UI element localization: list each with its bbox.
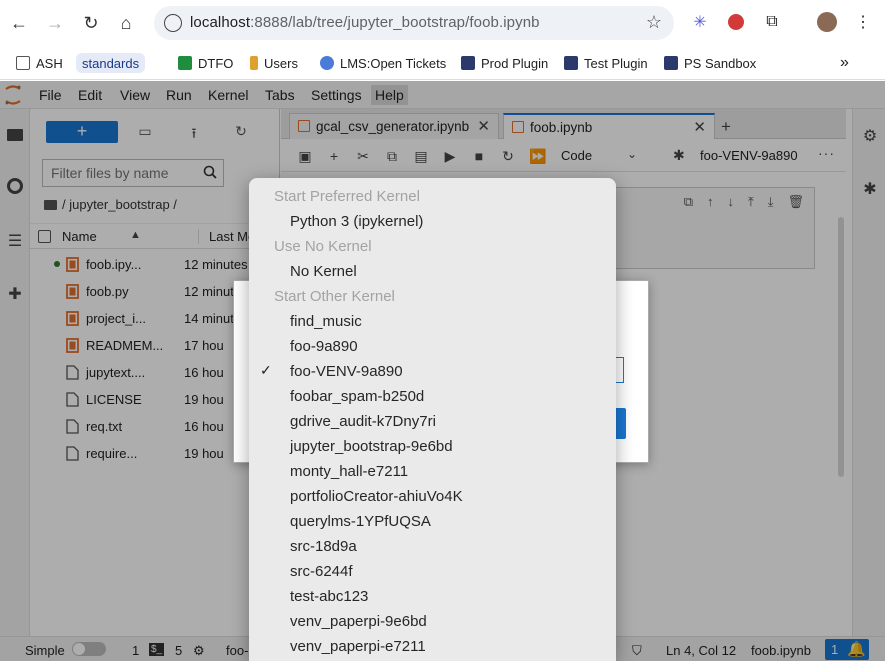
- browser-menu-icon[interactable]: ⋮: [852, 11, 874, 33]
- folder-icon: [16, 56, 30, 70]
- users-icon: [250, 56, 258, 70]
- bookmark-users[interactable]: Users: [250, 53, 298, 73]
- bookmark-ps-sandbox[interactable]: PS Sandbox: [664, 53, 756, 73]
- kernel-option[interactable]: venv_paperpi-9e6bd: [249, 609, 616, 634]
- kernel-option-no-kernel[interactable]: No Kernel: [249, 259, 616, 284]
- people-icon: [320, 56, 334, 70]
- section-header-preferred: Start Preferred Kernel: [274, 188, 420, 205]
- bookmark-star-icon[interactable]: ☆: [646, 12, 662, 33]
- kernel-option[interactable]: monty_hall-e7211: [249, 459, 616, 484]
- bookmark-dtfo[interactable]: DTFO: [178, 53, 233, 73]
- bookmarks-overflow-button[interactable]: »: [840, 53, 849, 73]
- bookmark-test-plugin[interactable]: Test Plugin: [564, 53, 648, 73]
- browser-toolbar: ← → ↻ ⌂ localhost:8888/lab/tree/jupyter_…: [0, 0, 885, 46]
- section-header-no-kernel: Use No Kernel: [274, 238, 372, 255]
- kernel-option[interactable]: test-abc123: [249, 584, 616, 609]
- kernel-option-python3[interactable]: Python 3 (ipykernel): [249, 209, 616, 234]
- kernel-option[interactable]: foo-9a890: [249, 334, 616, 359]
- sis-icon: [461, 56, 475, 70]
- kernel-option[interactable]: foobar_spam-b250d: [249, 384, 616, 409]
- bookmark-standards[interactable]: standards: [76, 53, 146, 73]
- profile-avatar[interactable]: [816, 11, 838, 33]
- address-bar[interactable]: localhost:8888/lab/tree/jupyter_bootstra…: [154, 6, 674, 40]
- extension-snowflake-icon[interactable]: ✳: [689, 11, 711, 33]
- sis-icon: [564, 56, 578, 70]
- home-icon[interactable]: ⌂: [114, 11, 138, 35]
- bookmarks-bar: ASH standards DTFO Users LMS:Open Ticket…: [0, 46, 885, 80]
- bookmark-lms-open-tickets[interactable]: LMS:Open Tickets: [320, 53, 446, 73]
- kernel-option[interactable]: gdrive_audit-k7Dny7ri: [249, 409, 616, 434]
- extension-drop-icon[interactable]: [725, 11, 747, 33]
- section-header-other: Start Other Kernel: [274, 288, 395, 305]
- kernel-select-dropdown: Start Preferred Kernel Python 3 (ipykern…: [249, 178, 616, 661]
- kernel-option[interactable]: portfolioCreator-ahiuVo4K: [249, 484, 616, 509]
- kernel-option[interactable]: src-18d9a: [249, 534, 616, 559]
- back-icon[interactable]: ←: [7, 11, 31, 35]
- sis-icon: [664, 56, 678, 70]
- sheets-icon: [178, 56, 192, 70]
- checkmark-icon: ✓: [260, 362, 272, 378]
- reload-icon[interactable]: ↻: [79, 11, 103, 35]
- kernel-option-selected[interactable]: ✓ foo-VENV-9a890: [249, 359, 616, 384]
- kernel-option[interactable]: querylms-1YPfUQSA: [249, 509, 616, 534]
- kernel-option[interactable]: find_music: [249, 309, 616, 334]
- site-info-icon[interactable]: [164, 14, 182, 32]
- kernel-option[interactable]: src-6244f: [249, 559, 616, 584]
- bookmark-ash[interactable]: ASH: [16, 53, 63, 73]
- kernel-option[interactable]: venv_paperpi-e7211: [249, 634, 616, 659]
- url-text: localhost:8888/lab/tree/jupyter_bootstra…: [190, 14, 540, 31]
- bookmark-prod-plugin[interactable]: Prod Plugin: [461, 53, 548, 73]
- extensions-puzzle-icon[interactable]: ⧉: [761, 11, 783, 33]
- kernel-option[interactable]: jupyter_bootstrap-9e6bd: [249, 434, 616, 459]
- forward-icon[interactable]: →: [43, 11, 67, 35]
